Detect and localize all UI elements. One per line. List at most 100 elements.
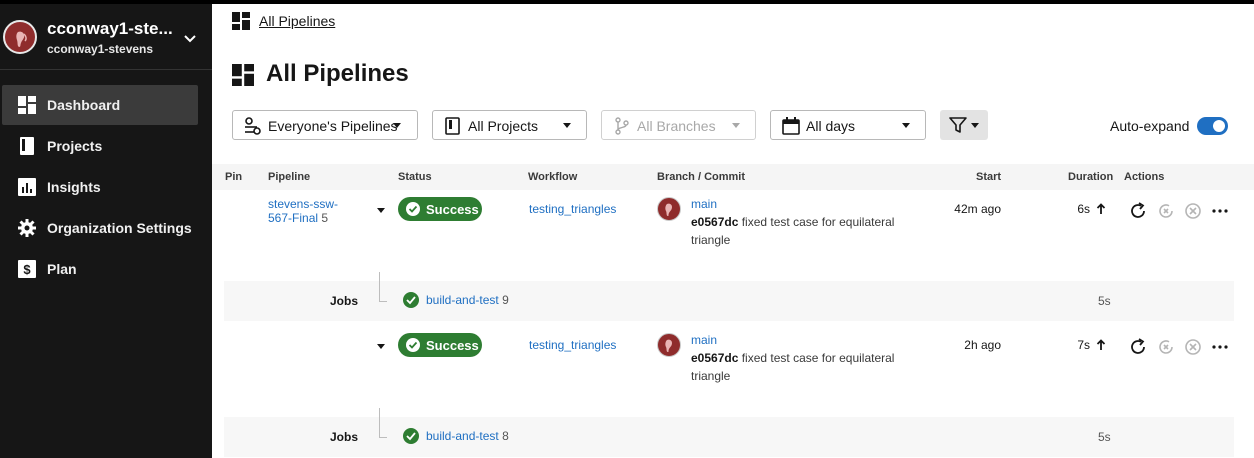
calendar-icon xyxy=(782,117,800,135)
toggle-knob xyxy=(1213,120,1225,132)
branch-link[interactable]: main xyxy=(691,333,717,347)
column-header-actions: Actions xyxy=(1124,171,1165,183)
projects-icon xyxy=(445,117,460,135)
job-name: build-and-test xyxy=(426,429,499,443)
dashboard-icon xyxy=(232,64,254,86)
org-name: cconway1-ste... xyxy=(47,19,173,38)
days-filter[interactable]: All days xyxy=(770,110,926,140)
sidebar-item-organization-settings[interactable]: Organization Settings xyxy=(2,208,198,248)
sidebar-item-label: Plan xyxy=(47,261,77,277)
sidebar-item-label: Insights xyxy=(47,179,101,195)
caret-down-icon[interactable] xyxy=(377,208,385,213)
job-link[interactable]: build-and-test 8 xyxy=(426,429,509,443)
auto-expand-label: Auto-expand xyxy=(1110,118,1190,134)
job-link[interactable]: build-and-test 9 xyxy=(426,293,509,307)
org-username: cconway1-stevens xyxy=(47,42,154,56)
rerun-icon[interactable] xyxy=(1129,338,1147,356)
tree-connector xyxy=(379,408,387,438)
commit-hash: e0567dc xyxy=(691,215,739,229)
dashboard-icon xyxy=(232,12,250,30)
tree-connector xyxy=(379,272,387,302)
more-options-icon[interactable] xyxy=(1211,338,1229,356)
job-number: 9 xyxy=(502,293,509,307)
branches-filter[interactable]: All Branches xyxy=(601,110,756,140)
rerun-failed-icon[interactable] xyxy=(1157,338,1175,356)
pipeline-link[interactable]: stevens-ssw-567-Final 5 xyxy=(268,197,348,225)
job-duration: 5s xyxy=(1098,294,1111,308)
job-name: build-and-test xyxy=(426,293,499,307)
column-header-start: Start xyxy=(976,171,1002,183)
filter-menu-button[interactable] xyxy=(940,110,988,140)
column-header-duration: Duration xyxy=(1068,171,1114,183)
cancel-icon[interactable] xyxy=(1184,202,1202,220)
caret-down-icon[interactable] xyxy=(377,344,385,349)
caret-down-icon xyxy=(393,123,401,128)
avatar xyxy=(657,197,681,221)
arrow-up-icon xyxy=(1096,339,1106,350)
duration: 7s xyxy=(1077,338,1090,352)
page-title-text: All Pipelines xyxy=(266,60,409,87)
sidebar-item-plan[interactable]: $ Plan xyxy=(2,249,198,289)
caret-down-icon xyxy=(732,123,740,128)
sidebar: cconway1-ste... cconway1-stevens Dashboa… xyxy=(0,4,212,458)
workflow-link[interactable]: testing_triangles xyxy=(529,202,616,216)
duration: 6s xyxy=(1077,202,1090,216)
status-badge[interactable]: Success xyxy=(398,197,482,221)
sidebar-item-insights[interactable]: Insights xyxy=(2,167,198,207)
gear-icon xyxy=(18,219,36,237)
status-label: Success xyxy=(426,202,479,217)
rerun-icon[interactable] xyxy=(1129,202,1147,220)
column-header-pipeline: Pipeline xyxy=(268,171,311,183)
more-options-icon[interactable] xyxy=(1211,202,1229,220)
start-time: 2h ago xyxy=(964,338,1001,352)
jobs-label: Jobs xyxy=(330,430,359,444)
days-filter-label: All days xyxy=(806,118,856,134)
projects-filter[interactable]: All Projects xyxy=(432,110,587,140)
column-header-status: Status xyxy=(398,171,432,183)
column-header-branch-commit: Branch / Commit xyxy=(657,171,746,183)
table-header: Pin Pipeline Status Workflow Branch / Co… xyxy=(212,164,1254,190)
avatar xyxy=(657,333,681,357)
caret-down-icon xyxy=(563,123,571,128)
main-content: All Pipelines All Pipelines Everyone's P… xyxy=(212,4,1254,458)
sidebar-item-label: Organization Settings xyxy=(47,220,192,236)
start-time: 42m ago xyxy=(954,202,1001,216)
commit-hash: e0567dc xyxy=(691,351,739,365)
sidebar-item-projects[interactable]: Projects xyxy=(2,126,198,166)
status-label: Success xyxy=(426,338,479,353)
org-avatar xyxy=(3,20,37,54)
check-circle-icon xyxy=(406,338,420,352)
check-circle-icon xyxy=(403,292,419,308)
org-switcher[interactable]: cconway1-ste... cconway1-stevens xyxy=(0,4,212,70)
sidebar-item-label: Projects xyxy=(47,138,103,154)
pipelines-filter-label: Everyone's Pipelines xyxy=(268,118,398,134)
sidebar-item-dashboard[interactable]: Dashboard xyxy=(2,85,198,125)
job-number: 8 xyxy=(502,429,509,443)
caret-down-icon xyxy=(971,123,979,128)
pipelines-filter[interactable]: Everyone's Pipelines xyxy=(232,110,418,140)
people-filter-icon xyxy=(245,117,261,135)
breadcrumb-link[interactable]: All Pipelines xyxy=(259,13,335,29)
sidebar-item-label: Dashboard xyxy=(47,97,121,113)
jobs-row xyxy=(224,417,1234,457)
rerun-failed-icon[interactable] xyxy=(1157,202,1175,220)
job-duration: 5s xyxy=(1098,430,1111,444)
auto-expand-toggle[interactable] xyxy=(1197,117,1228,135)
check-circle-icon xyxy=(406,202,420,216)
branch-icon xyxy=(615,117,629,135)
status-badge[interactable]: Success xyxy=(398,333,482,357)
commit-info[interactable]: e0567dc fixed test case for equilateral … xyxy=(691,213,921,249)
commit-info[interactable]: e0567dc fixed test case for equilateral … xyxy=(691,349,921,385)
cancel-icon[interactable] xyxy=(1184,338,1202,356)
funnel-icon xyxy=(949,117,967,133)
branch-link[interactable]: main xyxy=(691,197,717,211)
caret-down-icon xyxy=(902,123,910,128)
insights-icon xyxy=(18,178,36,196)
workflow-link[interactable]: testing_triangles xyxy=(529,338,616,352)
chevron-down-icon[interactable] xyxy=(182,30,198,46)
jobs-row xyxy=(224,281,1234,321)
jobs-label: Jobs xyxy=(330,294,359,308)
column-header-pin: Pin xyxy=(225,171,243,183)
dashboard-icon xyxy=(18,96,36,114)
branches-filter-label: All Branches xyxy=(637,118,716,134)
